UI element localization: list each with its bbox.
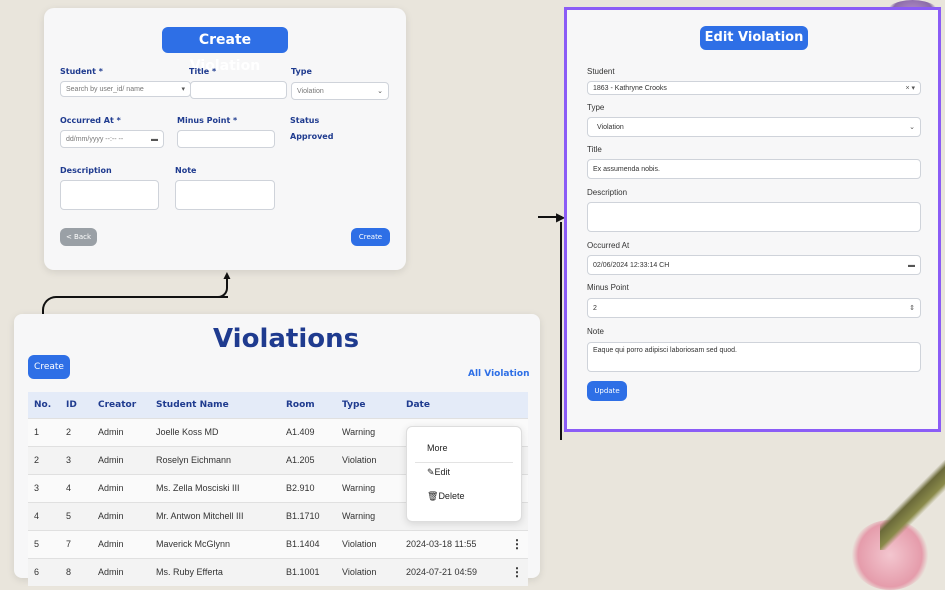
description-textarea[interactable] <box>60 180 159 210</box>
menu-divider <box>415 462 513 463</box>
student-label: Student * <box>60 67 103 76</box>
kebab-menu-icon[interactable]: ⋮ <box>506 557 528 586</box>
edit-title: Edit Violation <box>700 26 808 50</box>
page-title: Violations <box>213 324 360 354</box>
arrow-up-icon: ▲ <box>221 268 233 282</box>
col-actions <box>506 392 528 418</box>
row-action-menu: More ✎Edit 🗑Delete <box>406 426 522 522</box>
back-button[interactable]: < Back <box>60 228 97 246</box>
description-label: Description <box>60 166 112 175</box>
edit-occurred-label: Occurred At <box>587 241 630 250</box>
occurred-label: Occurred At * <box>60 116 121 125</box>
clear-chevron-icon[interactable]: × ▾ <box>905 84 915 92</box>
title-label: Title * <box>189 67 217 76</box>
col-student-name: Student Name <box>156 392 286 418</box>
edit-description-textarea[interactable] <box>587 202 921 232</box>
create-button[interactable]: Create <box>28 355 70 379</box>
table-row: 5 7 Admin Maverick McGlynn B1.1404 Violation 2… <box>28 529 528 558</box>
col-type: Type <box>342 392 406 418</box>
create-title: Create Violation <box>162 27 288 74</box>
minus-point-field[interactable] <box>177 130 275 148</box>
col-date: Date <box>406 392 506 418</box>
edit-note-textarea[interactable]: Eaque qui porro adipisci laboriosam sed … <box>587 342 921 372</box>
col-id: ID <box>66 392 98 418</box>
trash-icon: 🗑 <box>427 491 439 501</box>
student-search-input[interactable]: Search by user_id/ name ▾ <box>60 81 191 97</box>
occurred-datetime-input[interactable]: dd/mm/yyyy --:-- -- ▬ <box>60 130 164 148</box>
create-submit-button[interactable]: Create <box>351 228 390 246</box>
edit-minus-label: Minus Point <box>587 283 629 292</box>
type-select[interactable]: Violation ⌄ <box>291 82 389 100</box>
minus-point-label: Minus Point * <box>177 116 238 125</box>
col-no: No. <box>28 392 66 418</box>
edit-occurred-datetime-input[interactable]: 02/06/2024 12:33:14 CH ▬ <box>587 255 921 275</box>
edit-type-label: Type <box>587 103 605 112</box>
menu-item-delete[interactable]: 🗑Delete <box>427 491 464 502</box>
menu-item-edit[interactable]: ✎Edit <box>427 467 450 478</box>
stepper-icon[interactable]: ⇕ <box>909 304 915 312</box>
update-button[interactable]: Update <box>587 381 627 401</box>
status-value: Approved <box>290 132 334 141</box>
kebab-menu-icon[interactable]: ⋮ <box>506 529 528 558</box>
calendar-icon[interactable]: ▬ <box>908 262 915 269</box>
chevron-down-icon: ⌄ <box>909 124 915 131</box>
chevron-down-icon: ⌄ <box>377 88 383 95</box>
fern-decoration <box>880 460 945 550</box>
note-label: Note <box>175 166 197 175</box>
title-field[interactable] <box>190 81 287 99</box>
edit-student-select[interactable]: 1863 - Kathryne Crooks × ▾ <box>587 81 921 95</box>
note-textarea[interactable] <box>175 180 275 210</box>
col-room: Room <box>286 392 342 418</box>
all-violation-filter[interactable]: All Violation <box>468 369 529 379</box>
chevron-down-icon: ▾ <box>181 86 185 93</box>
calendar-icon[interactable]: ▬ <box>151 136 158 143</box>
edit-description-label: Description <box>587 188 628 197</box>
pencil-icon: ✎ <box>427 467 435 477</box>
edit-title-field[interactable]: Ex assumenda nobis. <box>587 159 921 179</box>
create-violation-card: Create Violation Student * Search by use… <box>44 8 406 270</box>
col-creator: Creator <box>98 392 156 418</box>
edit-note-label: Note <box>587 327 604 336</box>
connector-line <box>538 222 562 440</box>
status-label: Status <box>290 116 320 125</box>
edit-type-select[interactable]: Violation ⌄ <box>587 117 921 137</box>
edit-minus-stepper[interactable]: 2 ⇕ <box>587 298 921 318</box>
table-row: 6 8 Admin Ms. Ruby Efferta B1.1001 Violation 2… <box>28 557 528 586</box>
edit-student-label: Student <box>587 67 615 76</box>
type-label: Type <box>291 67 312 76</box>
menu-item-more[interactable]: More <box>427 443 448 453</box>
edit-title-label: Title <box>587 145 602 154</box>
